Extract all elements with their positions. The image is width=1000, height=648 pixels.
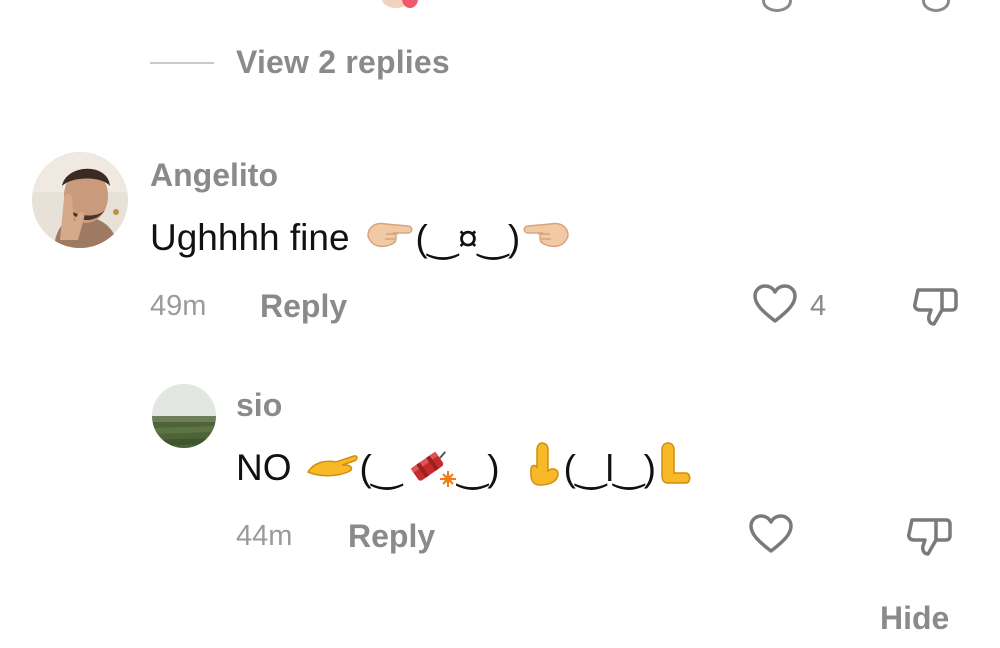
firecracker-emoji [404, 439, 456, 498]
comment-timestamp: 49m [150, 290, 207, 322]
thumbs-down-icon [906, 518, 952, 562]
view-replies-label: View 2 replies [236, 44, 450, 80]
palm-down-hand-emoji [658, 441, 692, 496]
comments-panel: View 2 replies Angelito Ughhhh fine (‿¤‿… [0, 0, 1000, 648]
like-count: 4 [810, 290, 827, 322]
comment-text-prefix: Ughhhh fine [150, 217, 350, 258]
reply-button[interactable]: Reply [348, 518, 435, 555]
comment-timestamp: 44m [236, 520, 293, 552]
comment-username[interactable]: Angelito [150, 157, 278, 194]
comment-text-prefix: NO [236, 447, 292, 488]
dislike-button[interactable] [912, 284, 958, 333]
hand-pointing-left-emoji [522, 216, 572, 261]
like-button[interactable] [752, 283, 798, 330]
view-replies-button[interactable]: View 2 replies [150, 44, 450, 81]
previous-comment-fragment [0, 0, 1000, 12]
avatar[interactable] [32, 152, 128, 248]
cropped-like-icon [762, 0, 792, 12]
cropped-emoji-fragment [402, 0, 418, 8]
kaomoji-part: (‿l‿) [563, 447, 656, 489]
kaomoji: (‿¤‿) [415, 217, 521, 259]
divider-line [150, 61, 214, 64]
dislike-button[interactable] [906, 514, 952, 563]
like-button[interactable] [748, 513, 794, 560]
comment-text: NO (‿ ‿) (‿l‿) [236, 441, 694, 492]
comment-text: Ughhhh fine (‿¤‿) [150, 214, 574, 262]
palm-up-hand-emoji [528, 441, 562, 496]
heart-icon [752, 284, 798, 329]
hand-pointing-right-emoji [364, 216, 414, 261]
cropped-dislike-icon [922, 0, 950, 12]
hide-replies-button[interactable]: Hide [880, 600, 949, 637]
hand-offering-emoji [306, 447, 358, 489]
heart-icon [748, 514, 794, 559]
reply-button[interactable]: Reply [260, 288, 347, 325]
avatar[interactable] [152, 384, 216, 448]
kaomoji-part: (‿ [359, 447, 402, 489]
thumbs-down-icon [912, 288, 958, 332]
comment-username[interactable]: sio [236, 387, 282, 424]
kaomoji-part: ‿) [457, 447, 500, 489]
